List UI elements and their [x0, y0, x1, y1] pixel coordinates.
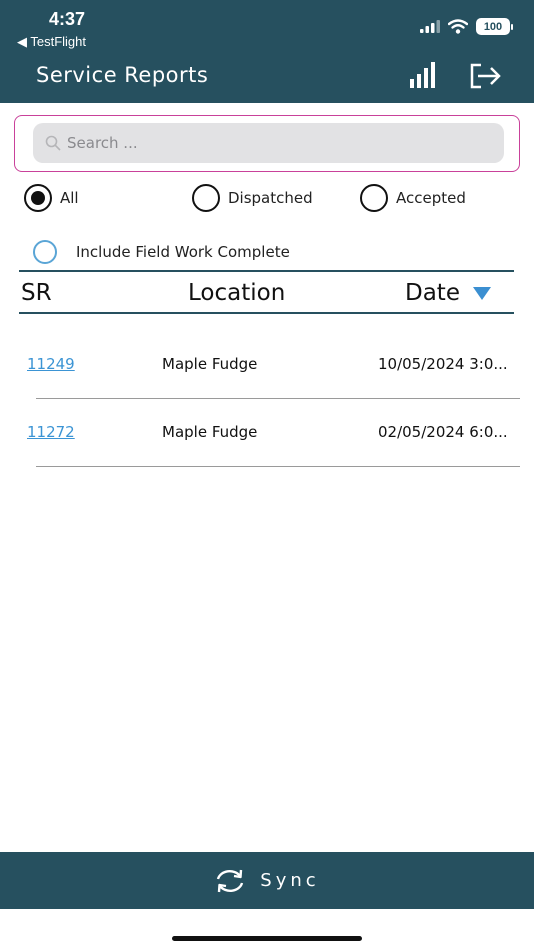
- column-header-date[interactable]: Date: [405, 280, 460, 306]
- row-location: Maple Fudge: [162, 423, 258, 441]
- sr-link[interactable]: 11272: [27, 423, 75, 441]
- cellular-signal-icon: [420, 20, 440, 33]
- include-field-work-complete-radio[interactable]: [33, 240, 57, 264]
- sync-icon: [217, 869, 244, 892]
- filter-dispatched-label: Dispatched: [228, 189, 313, 207]
- search-container: [14, 115, 520, 172]
- sync-button[interactable]: Sync: [0, 852, 534, 909]
- status-icons: 100: [420, 18, 513, 35]
- search-input[interactable]: [67, 134, 487, 152]
- logout-icon[interactable]: [470, 63, 502, 89]
- row-divider: [36, 466, 520, 467]
- radio-accepted[interactable]: [360, 184, 388, 212]
- signal-strength-icon[interactable]: [409, 62, 437, 89]
- filter-all[interactable]: All: [24, 184, 79, 212]
- sr-link[interactable]: 11249: [27, 355, 75, 373]
- search-box[interactable]: [33, 123, 504, 163]
- sync-label: Sync: [260, 870, 320, 891]
- row-date: 10/05/2024 3:0...: [378, 355, 508, 373]
- column-header-sr[interactable]: SR: [21, 280, 52, 306]
- radio-dispatched[interactable]: [192, 184, 220, 212]
- column-header-location[interactable]: Location: [188, 280, 285, 306]
- table-row[interactable]: 11272 Maple Fudge 02/05/2024 6:0...: [0, 399, 534, 467]
- page-title: Service Reports: [36, 63, 209, 87]
- row-location: Maple Fudge: [162, 355, 258, 373]
- filter-accepted-label: Accepted: [396, 189, 466, 207]
- app-header: 4:37 ◀ TestFlight 100 Service Reports: [0, 0, 534, 103]
- search-icon: [45, 135, 61, 151]
- wifi-icon: [448, 19, 468, 34]
- filter-accepted[interactable]: Accepted: [360, 184, 466, 212]
- back-to-testflight-link[interactable]: ◀ TestFlight: [17, 34, 86, 50]
- radio-selected-dot: [31, 191, 45, 205]
- table-header: SR Location Date: [19, 270, 514, 314]
- include-field-work-complete[interactable]: Include Field Work Complete: [33, 240, 290, 264]
- filter-all-label: All: [60, 189, 79, 207]
- table-row[interactable]: 11249 Maple Fudge 10/05/2024 3:0...: [0, 331, 534, 399]
- radio-all[interactable]: [24, 184, 52, 212]
- battery-icon: 100: [476, 18, 513, 35]
- filter-dispatched[interactable]: Dispatched: [192, 184, 313, 212]
- status-time: 4:37: [49, 9, 86, 29]
- home-indicator[interactable]: [172, 936, 362, 941]
- row-date: 02/05/2024 6:0...: [378, 423, 508, 441]
- include-field-work-complete-label: Include Field Work Complete: [76, 243, 290, 261]
- sort-descending-icon[interactable]: [473, 287, 491, 300]
